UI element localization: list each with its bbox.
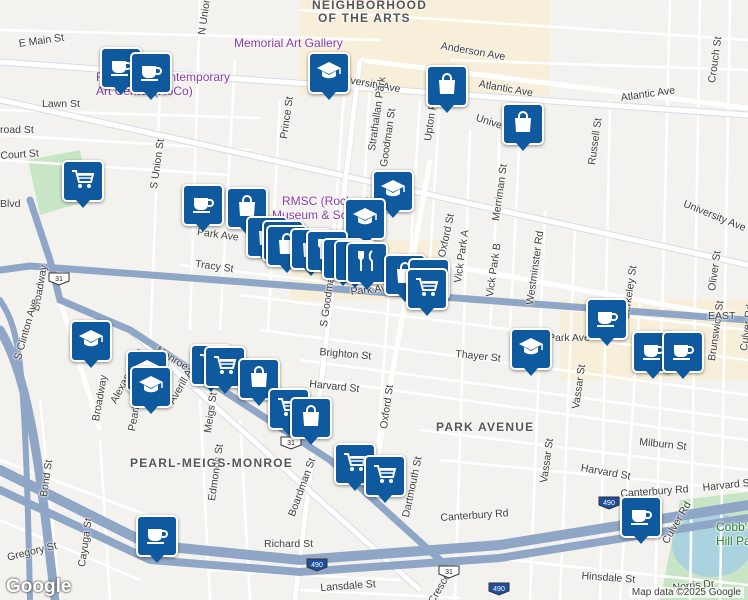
google-logo: Google	[6, 576, 72, 597]
map-marker-coffee[interactable]	[130, 52, 172, 100]
restaurant-icon	[353, 247, 381, 280]
shopping-cart-icon	[371, 460, 399, 493]
map-attribution: Map data ©2025 Google	[628, 587, 744, 598]
map-marker-shopping-bag[interactable]	[290, 397, 332, 445]
shopping-cart-icon	[413, 273, 441, 306]
coffee-icon	[627, 501, 655, 534]
shopping-bag-icon	[433, 70, 461, 103]
coffee-icon	[669, 336, 697, 369]
map-marker-coffee[interactable]	[182, 184, 224, 232]
coffee-icon	[593, 303, 621, 336]
poi-label[interactable]: Cobb's	[716, 520, 748, 534]
map-marker-school[interactable]	[510, 328, 552, 376]
map-marker-school[interactable]	[130, 366, 172, 414]
school-icon	[351, 203, 379, 236]
map-marker-shopping-cart[interactable]	[406, 268, 448, 316]
map-marker-school[interactable]	[344, 198, 386, 246]
shopping-cart-icon	[211, 351, 239, 384]
map-marker-shopping-bag[interactable]	[502, 103, 544, 151]
street-label: Blvd	[0, 198, 21, 210]
map-marker-coffee[interactable]	[136, 515, 178, 563]
map-marker-coffee[interactable]	[620, 496, 662, 544]
svg-text:31: 31	[445, 569, 453, 576]
neighborhood-label: PEARL-MEIGS-MONROE	[130, 456, 293, 470]
school-icon	[315, 57, 343, 90]
neighborhood-label: PARK AVENUE	[436, 420, 535, 434]
shopping-bag-icon	[509, 108, 537, 141]
map-marker-coffee[interactable]	[586, 298, 628, 346]
coffee-icon	[137, 57, 165, 90]
street-label: road St	[0, 124, 34, 136]
school-icon	[517, 333, 545, 366]
svg-text:31: 31	[287, 440, 295, 447]
svg-text:490: 490	[603, 500, 615, 507]
school-icon	[77, 325, 105, 358]
map-marker-restaurant[interactable]	[346, 242, 388, 290]
poi-label[interactable]: Hill Park	[716, 534, 748, 548]
street-label: EAST	[708, 310, 736, 322]
street-label: Park Ave	[548, 332, 590, 344]
coffee-icon	[189, 189, 217, 222]
shopping-bag-icon	[297, 402, 325, 435]
poi-label[interactable]: Memorial Art Gallery	[234, 36, 343, 50]
map-marker-school[interactable]	[70, 320, 112, 368]
highway-shield-icon: 490	[306, 558, 328, 572]
svg-text:490: 490	[493, 586, 505, 593]
highway-shield-icon: 31	[48, 272, 70, 286]
highway-shield-icon: 490	[598, 496, 620, 510]
school-icon	[137, 371, 165, 404]
map-marker-school[interactable]	[308, 52, 350, 100]
neighborhood-label: OF THE ARTS	[318, 11, 411, 25]
street-label: Lawn St	[42, 98, 80, 110]
svg-text:490: 490	[311, 562, 323, 569]
street-label: Richard St	[264, 538, 314, 550]
highway-shield-icon: 31	[438, 565, 460, 579]
svg-text:31: 31	[55, 276, 63, 283]
map-view[interactable]: E Main St N Union St Lawn St road St Court S…	[0, 0, 748, 600]
coffee-icon	[143, 520, 171, 553]
map-marker-coffee[interactable]	[662, 331, 704, 379]
map-marker-shopping-bag[interactable]	[426, 65, 468, 113]
map-marker-shopping-cart[interactable]	[364, 455, 406, 503]
map-marker-shopping-cart[interactable]	[62, 160, 104, 208]
shopping-cart-icon	[69, 165, 97, 198]
highway-shield-icon: 490	[488, 582, 510, 596]
